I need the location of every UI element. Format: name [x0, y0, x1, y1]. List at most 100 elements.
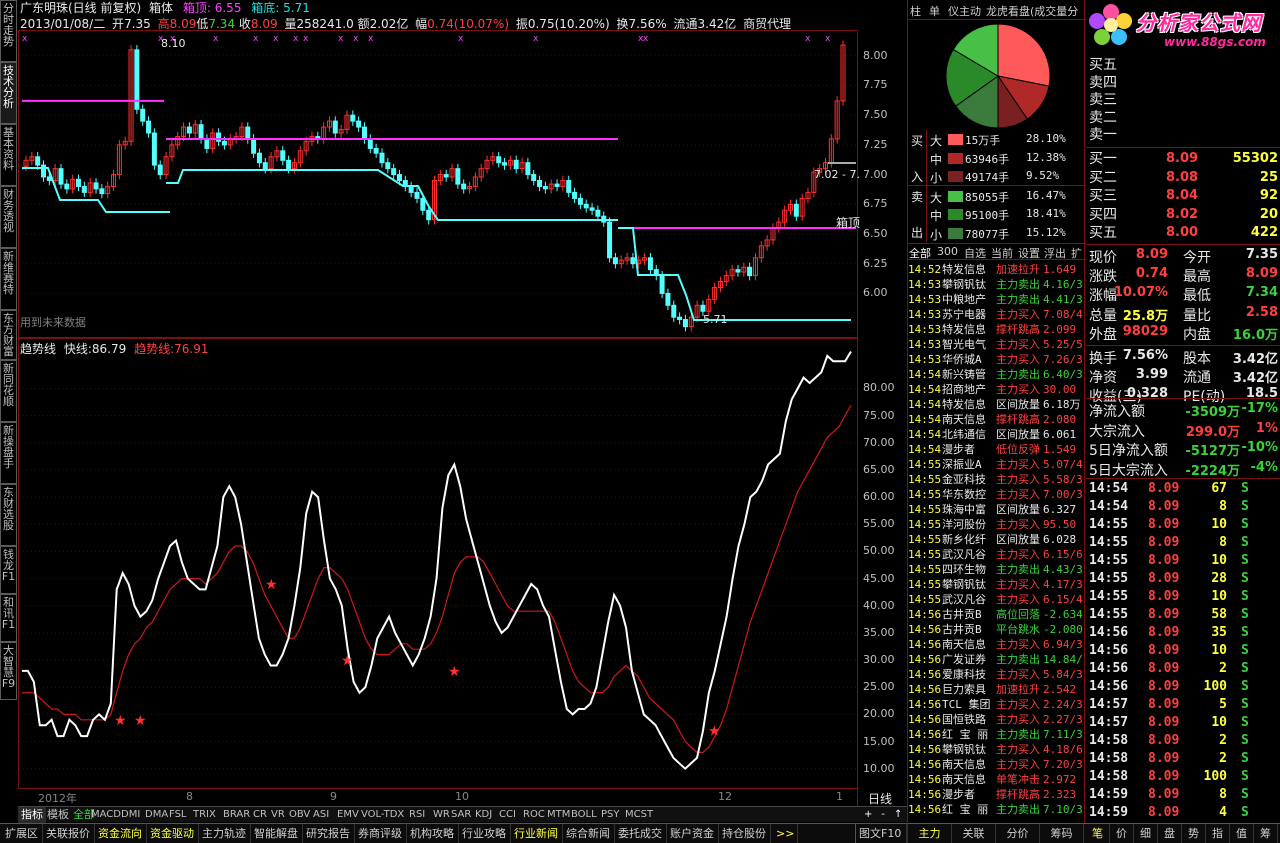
radar-row[interactable]: 14:54 招商地产 主力买入 30.00	[908, 382, 1086, 397]
middle-top-tab[interactable]: 龙虎看盘(成交量分	[986, 3, 1082, 19]
radar-row[interactable]: 14:55 洋河股份 主力买入 95.50	[908, 517, 1086, 532]
radar-row[interactable]: 14:56 巨力索具 加速拉升 2.542	[908, 682, 1086, 697]
period-button[interactable]: +	[861, 807, 875, 823]
radar-row[interactable]: 14:53 攀钢钒钛 主力卖出 4.16/3	[908, 277, 1086, 292]
left-tab-7[interactable]: 新操盘手	[0, 422, 17, 484]
indicator-tab[interactable]: TRIX	[190, 807, 219, 823]
left-tab-9[interactable]: 钱龙F1	[0, 546, 17, 594]
indicator-tab[interactable]: FSL	[166, 807, 190, 823]
radar-row[interactable]: 14:54 南天信息 撑杆跳高 2.080	[908, 412, 1086, 427]
bottom-tab[interactable]: 账户资金	[667, 824, 719, 843]
left-tab-6[interactable]: 新同花顺	[0, 360, 17, 422]
middle-bottom-tab[interactable]: 关联	[952, 824, 996, 843]
radar-row[interactable]: 14:54 新兴铸管 主力卖出 6.40/3	[908, 367, 1086, 382]
bottom-tab[interactable]: 委托成交	[615, 824, 667, 843]
bottom-tab[interactable]: 机构攻略	[407, 824, 459, 843]
bottom-tab[interactable]: 智能解盘	[251, 824, 303, 843]
middle-top-tab[interactable]: 仪主动	[948, 3, 981, 19]
radar-row[interactable]: 14:55 珠海中富 区间放量 6.327	[908, 502, 1086, 517]
radar-row[interactable]: 14:56 南天信息 主力买入 7.20/3	[908, 757, 1086, 772]
radar-row[interactable]: 14:56 古井贡B 高位回落 -2.634	[908, 607, 1086, 622]
bottom-tab[interactable]: 行业新闻	[511, 824, 563, 843]
radar-row[interactable]: 14:56 红 宝 丽主力卖出 7.10/3	[908, 802, 1086, 817]
right-bottom-tab[interactable]: 细	[1134, 824, 1158, 843]
middle-top-tab[interactable]: 单	[929, 3, 940, 19]
radar-tab[interactable]: 设置	[1018, 245, 1040, 261]
indicator-tab[interactable]: VR	[268, 807, 288, 823]
radar-row[interactable]: 14:55 新乡化纤 区间放量 6.028	[908, 532, 1086, 547]
left-tab-2[interactable]: 基本资料	[0, 124, 17, 186]
bottom-tab[interactable]: 资金流向	[95, 824, 147, 843]
right-bottom-tab[interactable]: 值	[1230, 824, 1254, 843]
radar-tab[interactable]: 浮出	[1044, 245, 1066, 261]
indicator-tab[interactable]: SAR	[448, 807, 474, 823]
indicator-tab[interactable]: MCST	[622, 807, 656, 823]
indicator-tab[interactable]: CR	[250, 807, 270, 823]
radar-tab[interactable]: 扩	[1071, 245, 1082, 261]
radar-row[interactable]: 14:54 北纬通信 区间放量 6.061	[908, 427, 1086, 442]
left-tab-8[interactable]: 东财选股	[0, 484, 17, 546]
bid-row[interactable]: 买一 8.09 55302	[1086, 150, 1280, 168]
period-button[interactable]: -	[876, 807, 890, 823]
bottom-tab[interactable]: 行业攻略	[459, 824, 511, 843]
radar-row[interactable]: 14:54 漫步者 低位反弹 1.549	[908, 442, 1086, 457]
radar-row[interactable]: 14:53 苏宁电器 主力买入 7.08/4	[908, 307, 1086, 322]
right-bottom-tab[interactable]: 势	[1182, 824, 1206, 843]
bottom-tab[interactable]: 关联报价	[43, 824, 95, 843]
radar-row[interactable]: 14:53 中粮地产 主力卖出 4.41/3	[908, 292, 1086, 307]
radar-row[interactable]: 14:56 国恒铁路 主力买入 2.27/3	[908, 712, 1086, 727]
left-tab-5[interactable]: 东方财富	[0, 310, 17, 360]
radar-row[interactable]: 14:54 特发信息 区间放量 6.18万	[908, 397, 1086, 412]
period-button[interactable]: ↑	[891, 807, 905, 823]
indicator-tab[interactable]: VOL-TDX	[358, 807, 407, 823]
middle-top-tab[interactable]: 柱	[910, 3, 921, 19]
indicator-tab[interactable]: 模板	[44, 807, 72, 823]
radar-row[interactable]: 14:55 四环生物 主力卖出 4.43/3	[908, 562, 1086, 577]
radar-row[interactable]: 14:56 广发证券 主力卖出 14.84/	[908, 652, 1086, 667]
radar-row[interactable]: 14:56 南天信息 主力买入 6.94/3	[908, 637, 1086, 652]
f10-button[interactable]: 图文F10	[855, 824, 907, 843]
left-tab-11[interactable]: 大智慧F9	[0, 642, 17, 700]
bottom-tab[interactable]: 券商评级	[355, 824, 407, 843]
indicator-tab[interactable]: CCI	[496, 807, 519, 823]
right-bottom-tab[interactable]: 筹	[1254, 824, 1278, 843]
indicator-tab[interactable]: RSI	[406, 807, 428, 823]
radar-row[interactable]: 14:55 金亚科技 主力买入 5.58/3	[908, 472, 1086, 487]
middle-bottom-tab[interactable]: 分价	[996, 824, 1040, 843]
main-chart-area[interactable]: 广东明珠(日线 前复权) 箱体 箱顶: 6.55 箱底: 5.71 2013/0…	[18, 0, 907, 806]
bid-row[interactable]: 买三 8.04 92	[1086, 187, 1280, 205]
right-bottom-tab[interactable]: 笔	[1086, 824, 1110, 843]
left-tab-1[interactable]: 技术分析	[0, 62, 17, 124]
radar-row[interactable]: 14:55 攀钢钒钛 主力买入 4.17/3	[908, 577, 1086, 592]
bid-row[interactable]: 买二 8.08 25	[1086, 169, 1280, 187]
period-label[interactable]: 日线	[868, 790, 892, 807]
radar-row[interactable]: 14:55 武汉凡谷 主力买入 6.15/6	[908, 547, 1086, 562]
radar-tab[interactable]: 300	[937, 245, 958, 258]
indicator-tab[interactable]: BRAR	[220, 807, 253, 823]
bottom-tab[interactable]: 持仓股份	[719, 824, 771, 843]
left-tab-4[interactable]: 新维赛特	[0, 248, 17, 310]
middle-bottom-tab[interactable]: 筹码	[1040, 824, 1084, 843]
bid-row[interactable]: 买四 8.02 20	[1086, 206, 1280, 224]
radar-row[interactable]: 14:55 深振业A 主力买入 5.07/4	[908, 457, 1086, 472]
left-tab-3[interactable]: 财务透视	[0, 186, 17, 248]
radar-row[interactable]: 14:53 特发信息 撑杆跳高 2.099	[908, 322, 1086, 337]
indicator-tab[interactable]: KDJ	[472, 807, 495, 823]
radar-row[interactable]: 14:56 红 宝 丽主力卖出 7.11/3	[908, 727, 1086, 742]
kline-chart-svg[interactable]: x x x x x x x x x x x x x x x x x★ ★★★★★	[18, 0, 907, 806]
bottom-tab[interactable]: 主力轨迹	[199, 824, 251, 843]
bottom-tab[interactable]: 扩展区	[2, 824, 43, 843]
radar-row[interactable]: 14:53 华侨城A 主力买入 7.26/3	[908, 352, 1086, 367]
radar-row[interactable]: 14:56 古井贡B 平台跳水 -2.080	[908, 622, 1086, 637]
bottom-tab[interactable]: 资金驱动	[147, 824, 199, 843]
radar-row[interactable]: 14:55 武汉凡谷 主力买入 6.15/4	[908, 592, 1086, 607]
bottom-tab[interactable]: 综合新闻	[563, 824, 615, 843]
left-tab-0[interactable]: 分时走势	[0, 0, 17, 62]
middle-bottom-tab[interactable]: 主力	[908, 824, 952, 843]
indicator-tab[interactable]: PSY	[598, 807, 623, 823]
indicator-tab[interactable]: 指标	[18, 807, 46, 823]
indicator-tab[interactable]: DMI	[118, 807, 143, 823]
radar-row[interactable]: 14:56 爱康科技 主力买入 5.84/3	[908, 667, 1086, 682]
bottom-tab[interactable]: 研究报告	[303, 824, 355, 843]
radar-tab[interactable]: 自选	[964, 245, 986, 261]
